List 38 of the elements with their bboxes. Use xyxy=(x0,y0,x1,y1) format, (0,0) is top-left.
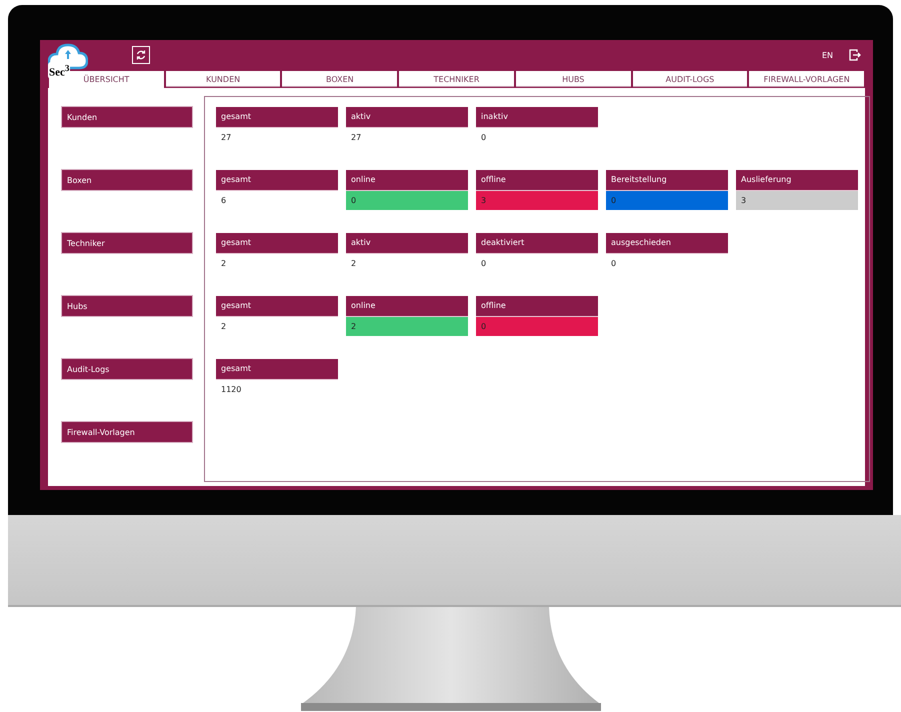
nav-tab[interactable]: BOXEN xyxy=(281,70,398,88)
stat-label: deaktiviert xyxy=(476,233,598,254)
section-label[interactable]: Techniker xyxy=(62,233,192,253)
stat-label: online xyxy=(346,296,468,316)
nav-tab[interactable]: AUDIT-LOGS xyxy=(632,70,748,88)
stat-label: offline xyxy=(476,170,598,190)
stat-value: 3 xyxy=(736,190,858,210)
stat-label: gesamt xyxy=(216,359,338,380)
stat-value: 0 xyxy=(606,190,728,210)
stat-value: 0 xyxy=(346,190,468,210)
section-label[interactable]: Kunden xyxy=(62,107,192,127)
stat-label: Auslieferung xyxy=(736,170,858,190)
section-label[interactable]: Firewall-Vorlagen xyxy=(62,422,192,442)
nav-tab[interactable]: FIREWALL-VORLAGEN xyxy=(748,70,866,88)
language-link[interactable]: EN xyxy=(822,50,833,60)
stat-label: ausgeschieden xyxy=(606,233,728,254)
logout-icon[interactable] xyxy=(849,49,861,61)
stat-value: 0 xyxy=(476,316,598,336)
nav-tab[interactable]: TECHNIKER xyxy=(398,70,515,88)
stat-label: online xyxy=(346,170,468,190)
stat-value: 2 xyxy=(346,316,468,336)
stat-label: aktiv xyxy=(346,233,468,254)
section-label[interactable]: Audit-Logs xyxy=(62,359,192,379)
nav-tab[interactable]: KUNDEN xyxy=(164,70,282,88)
nav-tab[interactable]: HUBS xyxy=(514,70,632,88)
section-label[interactable]: Hubs xyxy=(62,296,192,316)
stat-label: inaktiv xyxy=(476,107,598,128)
stat-label: gesamt xyxy=(216,170,338,190)
stat-label: gesamt xyxy=(216,233,338,254)
stat-label: offline xyxy=(476,296,598,316)
stat-label: Bereitstellung xyxy=(606,170,728,190)
refresh-icon xyxy=(135,49,147,61)
stat-label: gesamt xyxy=(216,296,338,316)
stat-label: gesamt xyxy=(216,107,338,128)
stat-value: 3 xyxy=(476,190,598,210)
refresh-button[interactable] xyxy=(132,46,150,64)
stat-label: aktiv xyxy=(346,107,468,128)
section-label[interactable]: Boxen xyxy=(62,170,192,190)
